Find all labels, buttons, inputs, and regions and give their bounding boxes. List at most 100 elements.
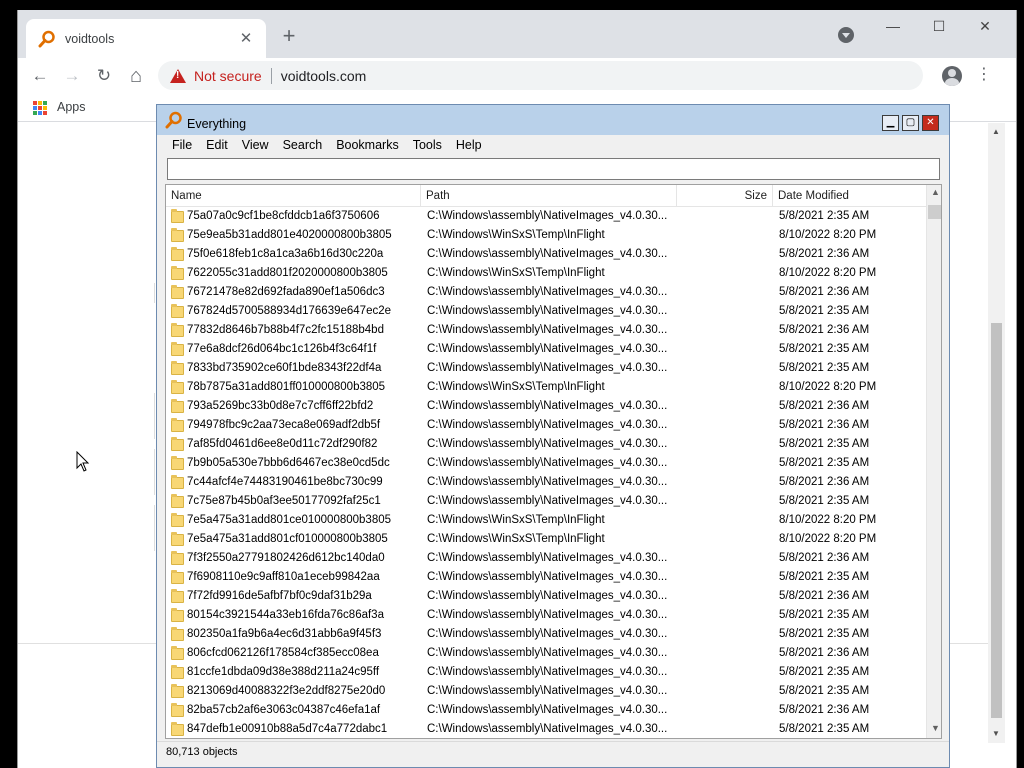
cell-path: C:\Windows\assembly\NativeImages_v4.0.30… xyxy=(427,590,668,602)
apps-bookmark[interactable]: Apps xyxy=(57,100,86,114)
magnifier-icon xyxy=(165,111,183,129)
column-header-size[interactable]: Size xyxy=(677,185,773,207)
folder-icon xyxy=(171,722,184,736)
table-row[interactable]: 794978fbc9c2aa73eca8e069adf2db5f C:\Windo… xyxy=(166,416,926,435)
column-header-date[interactable]: Date Modified xyxy=(773,185,926,207)
page-scrollbar-thumb[interactable] xyxy=(991,323,1002,718)
table-row[interactable]: 7833bd735902ce60f1bde8343f22df4a C:\Windo… xyxy=(166,359,926,378)
table-row[interactable]: 77832d8646b7b88b4f7c2fc15188b4bd C:\Windo… xyxy=(166,321,926,340)
cell-date: 5/8/2021 2:36 AM xyxy=(779,324,870,336)
menu-help[interactable]: Help xyxy=(449,135,489,157)
cell-path: C:\Windows\WinSxS\Temp\InFlight xyxy=(427,229,605,241)
table-row[interactable]: 7622055c31add801f2020000800b3805 C:\Windo… xyxy=(166,264,926,283)
menu-bookmarks[interactable]: Bookmarks xyxy=(329,135,406,157)
everything-minimize-button[interactable]: ▁ xyxy=(882,115,899,131)
apps-grid-icon[interactable] xyxy=(33,101,47,115)
cell-date: 8/10/2022 8:20 PM xyxy=(779,514,877,526)
scroll-down-icon[interactable]: ▼ xyxy=(931,723,940,733)
table-row[interactable]: 78b7875a31add801ff010000800b3805 C:\Windo… xyxy=(166,378,926,397)
folder-icon xyxy=(171,646,184,660)
menu-search[interactable]: Search xyxy=(276,135,330,157)
window-minimize-button[interactable]: — xyxy=(870,14,916,38)
cell-path: C:\Windows\assembly\NativeImages_v4.0.30… xyxy=(427,324,668,336)
table-row[interactable]: 7e5a475a31add801cf010000800b3805 C:\Windo… xyxy=(166,530,926,549)
everything-close-button[interactable]: ✕ xyxy=(922,115,939,131)
folder-icon xyxy=(171,627,184,641)
table-row[interactable]: 847defb1e00910b88a5d7c4a772dabc1 C:\Windo… xyxy=(166,720,926,738)
folder-icon xyxy=(171,209,184,223)
table-row[interactable]: 7f72fd9916de5afbf7bf0c9daf31b29a C:\Windo… xyxy=(166,587,926,606)
cell-name: 76721478e82d692fada890ef1a506dc3 xyxy=(187,286,385,298)
cell-date: 5/8/2021 2:35 AM xyxy=(779,628,870,640)
folder-icon xyxy=(171,418,184,432)
cell-path: C:\Windows\WinSxS\Temp\InFlight xyxy=(427,267,605,279)
results-scrollbar-thumb[interactable] xyxy=(928,205,941,219)
cell-date: 5/8/2021 2:35 AM xyxy=(779,305,870,317)
back-icon[interactable]: ← xyxy=(26,62,54,90)
profile-avatar-icon[interactable] xyxy=(942,66,962,86)
everything-titlebar[interactable]: Everything ▁ ▢ ✕ xyxy=(157,105,949,135)
table-row[interactable]: 8213069d40088322f3e2ddf8275e20d0 C:\Windo… xyxy=(166,682,926,701)
window-close-button[interactable]: ✕ xyxy=(962,14,1008,38)
reload-icon[interactable]: ↻ xyxy=(90,62,118,90)
table-row[interactable]: 7c44afcf4e74483190461be8bc730c99 C:\Windo… xyxy=(166,473,926,492)
table-row[interactable]: 7af85fd0461d6ee8e0d11c72df290f82 C:\Windo… xyxy=(166,435,926,454)
cell-path: C:\Windows\assembly\NativeImages_v4.0.30… xyxy=(427,476,668,488)
scroll-up-icon[interactable]: ▲ xyxy=(992,127,1000,136)
cell-name: 7c75e87b45b0af3ee50177092faf25c1 xyxy=(187,495,381,507)
table-row[interactable]: 75f0e618feb1c8a1ca3a6b16d30c220a C:\Windo… xyxy=(166,245,926,264)
cell-name: 75f0e618feb1c8a1ca3a6b16d30c220a xyxy=(187,248,384,260)
security-status[interactable]: Not secure xyxy=(194,68,262,84)
url-text[interactable]: voidtools.com xyxy=(281,68,367,84)
cell-date: 5/8/2021 2:35 AM xyxy=(779,438,870,450)
tab-search-icon[interactable] xyxy=(838,27,854,43)
column-header-name[interactable]: Name xyxy=(166,185,421,207)
table-row[interactable]: 76721478e82d692fada890ef1a506dc3 C:\Windo… xyxy=(166,283,926,302)
table-row[interactable]: 77e6a8dcf26d064bc1c126b4f3c64f1f C:\Windo… xyxy=(166,340,926,359)
column-header-path[interactable]: Path xyxy=(421,185,677,207)
table-row[interactable]: 7f6908110e9c9aff810a1eceb99842aa C:\Windo… xyxy=(166,568,926,587)
table-row[interactable]: 793a5269bc33b0d8e7c7cff6ff22bfd2 C:\Windo… xyxy=(166,397,926,416)
tab-voidtools[interactable]: voidtools ✕ xyxy=(26,19,266,58)
cell-date: 5/8/2021 2:35 AM xyxy=(779,571,870,583)
table-row[interactable]: 80154c3921544a33eb16fda76c86af3a C:\Windo… xyxy=(166,606,926,625)
cell-path: C:\Windows\assembly\NativeImages_v4.0.30… xyxy=(427,400,668,412)
cell-date: 5/8/2021 2:35 AM xyxy=(779,609,870,621)
cell-name: 793a5269bc33b0d8e7c7cff6ff22bfd2 xyxy=(187,400,374,412)
scroll-down-icon[interactable]: ▼ xyxy=(992,729,1000,738)
new-tab-button[interactable]: + xyxy=(276,24,302,50)
menu-file[interactable]: File xyxy=(165,135,199,157)
table-row[interactable]: 81ccfe1dbda09d38e388d211a24c95ff C:\Windo… xyxy=(166,663,926,682)
page-scrollbar[interactable]: ▲ ▼ xyxy=(988,123,1005,743)
everything-maximize-button[interactable]: ▢ xyxy=(902,115,919,131)
table-row[interactable]: 7c75e87b45b0af3ee50177092faf25c1 C:\Windo… xyxy=(166,492,926,511)
scroll-up-icon[interactable]: ▲ xyxy=(931,187,940,197)
tab-close-icon[interactable]: ✕ xyxy=(238,30,254,47)
cell-name: 847defb1e00910b88a5d7c4a772dabc1 xyxy=(187,723,388,735)
menu-tools[interactable]: Tools xyxy=(406,135,449,157)
window-maximize-button[interactable]: ☐ xyxy=(916,14,962,38)
results-scrollbar[interactable]: ▲ ▼ xyxy=(926,185,941,738)
menu-view[interactable]: View xyxy=(235,135,276,157)
table-row[interactable]: 75e9ea5b31add801e4020000800b3805 C:\Windo… xyxy=(166,226,926,245)
folder-icon xyxy=(171,342,184,356)
table-row[interactable]: 802350a1fa9b6a4ec6d31abb6a9f45f3 C:\Windo… xyxy=(166,625,926,644)
table-row[interactable]: 7f3f2550a27791802426d612bc140da0 C:\Windo… xyxy=(166,549,926,568)
menu-edit[interactable]: Edit xyxy=(199,135,235,157)
folder-icon xyxy=(171,589,184,603)
table-row[interactable]: 82ba57cb2af6e3063c04387c46efa1af C:\Windo… xyxy=(166,701,926,720)
table-row[interactable]: 806cfcd062126f178584cf385ecc08ea C:\Windo… xyxy=(166,644,926,663)
table-row[interactable]: 767824d5700588934d176639e647ec2e C:\Windo… xyxy=(166,302,926,321)
warning-icon[interactable] xyxy=(170,68,186,83)
table-row[interactable]: 7e5a475a31add801ce010000800b3805 C:\Windo… xyxy=(166,511,926,530)
search-input[interactable] xyxy=(167,158,940,180)
folder-icon xyxy=(171,475,184,489)
forward-icon[interactable]: → xyxy=(58,62,86,90)
table-row[interactable]: 7b9b05a530e7bbb6d6467ec38e0cd5dc C:\Windo… xyxy=(166,454,926,473)
kebab-menu-icon[interactable]: ⋮ xyxy=(976,64,992,86)
mouse-pointer-icon xyxy=(76,451,90,472)
folder-icon xyxy=(171,380,184,394)
home-icon[interactable]: ⌂ xyxy=(122,62,150,90)
address-bar[interactable]: Not secure voidtools.com ☆ xyxy=(158,61,923,90)
table-row[interactable]: 75a07a0c9cf1be8cfddcb1a6f3750606 C:\Windo… xyxy=(166,207,926,226)
